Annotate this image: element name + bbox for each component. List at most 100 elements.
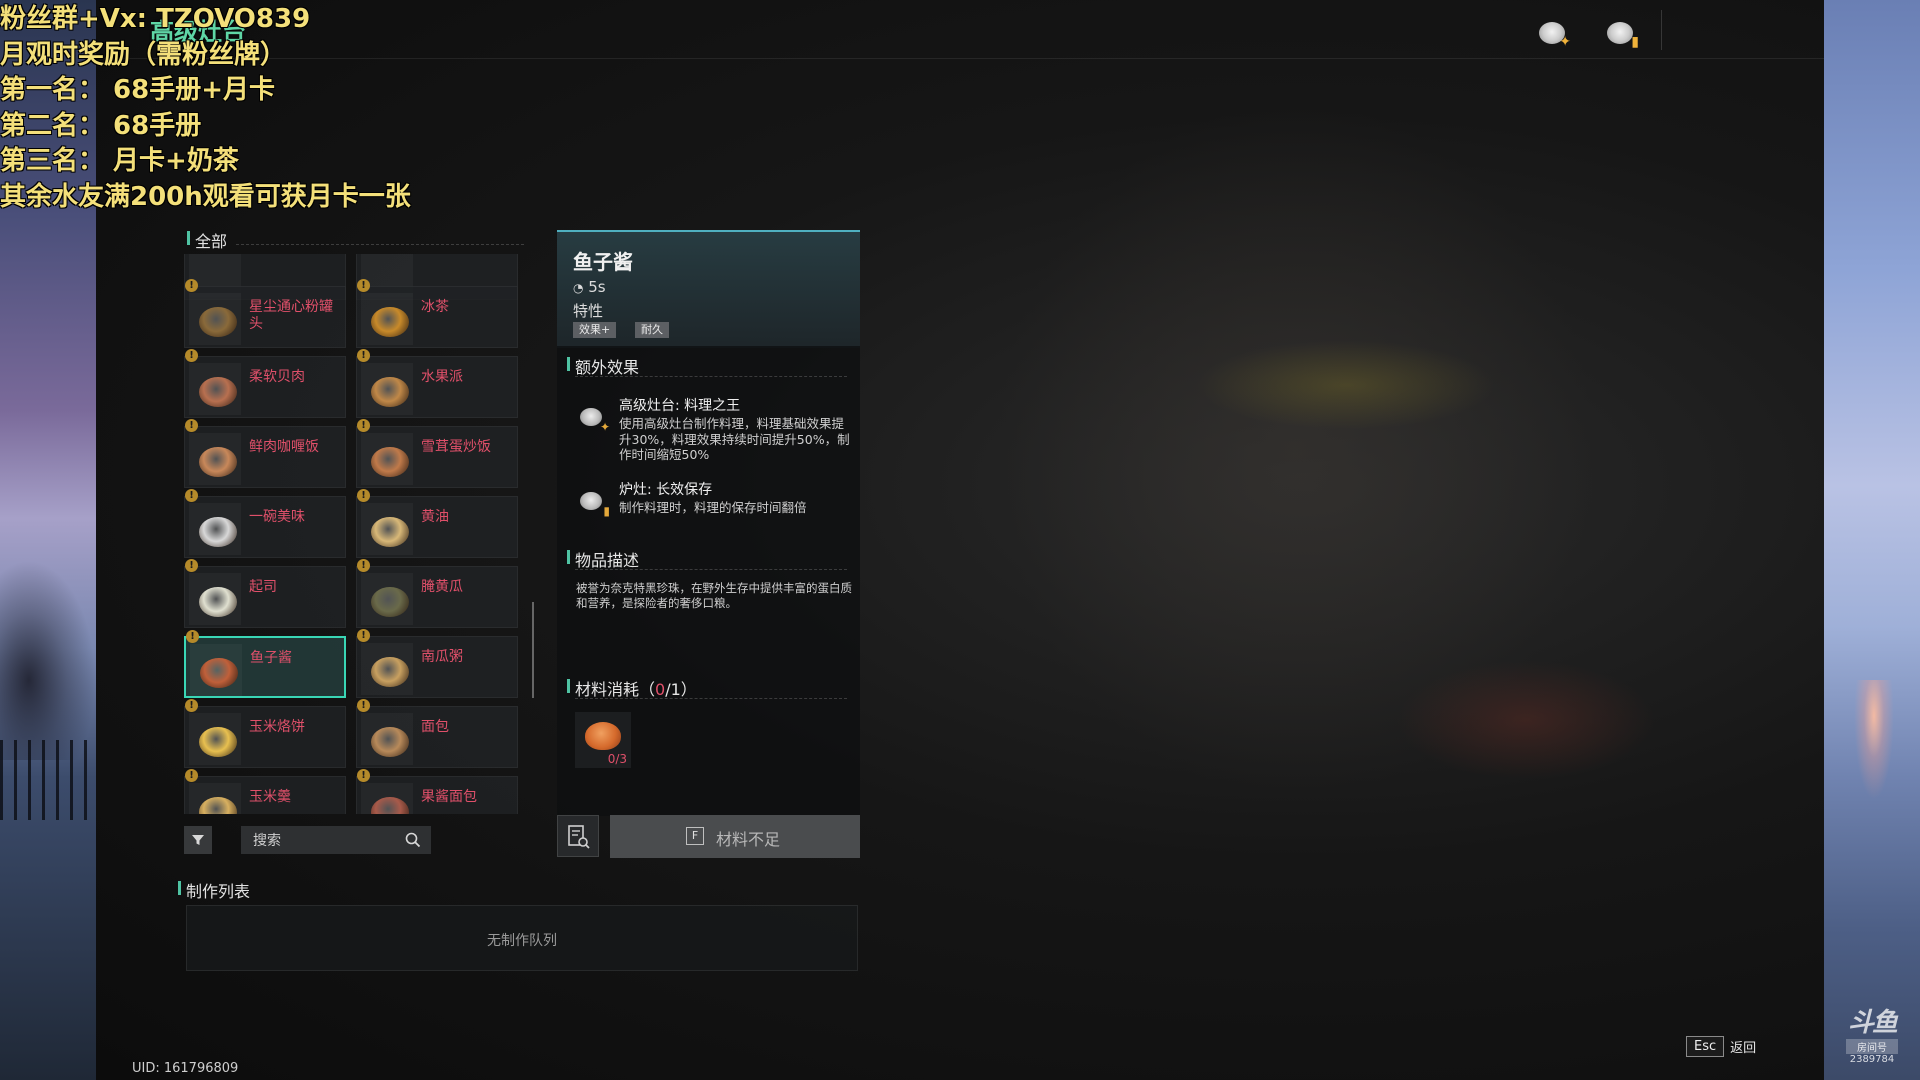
recipe-thumb: [361, 713, 413, 765]
recipe-card[interactable]: 星尘通心粉罐头!: [184, 279, 346, 348]
recipe-name: 起司: [249, 579, 277, 595]
recipe-card[interactable]: 南瓜粥!: [356, 629, 518, 698]
recipe-card[interactable]: 冰茶!: [356, 279, 518, 348]
recipe-card[interactable]: 雪茸蛋炒饭!: [356, 419, 518, 488]
recipe-unlock-icon: !: [185, 699, 198, 712]
recipe-card[interactable]: 鱼子酱!: [184, 630, 346, 698]
recipe-book-button[interactable]: [557, 815, 599, 857]
recipe-thumb: [361, 783, 413, 814]
extra-effects-title: 额外效果: [566, 354, 639, 378]
stream-background-right: [1824, 0, 1920, 1080]
overlay-line: 其余水友满200h观看可获月卡一张: [0, 181, 411, 212]
food-icon: [371, 587, 409, 617]
detail-header: 鱼子酱 ◔ 5s 特性 效果+ 耐久: [557, 230, 860, 348]
shield-badge-icon: ▮: [603, 504, 610, 518]
recipe-name: 黄油: [421, 509, 449, 525]
recipe-card[interactable]: 玉米羹!: [184, 769, 346, 814]
recipe-thumb: [361, 503, 413, 555]
food-icon: [371, 727, 409, 757]
background-railing: [0, 740, 96, 820]
item-description: 被誉为奈克特黑珍珠，在野外生存中提供丰富的蛋白质和营养，是探险者的奢侈口粮。: [576, 581, 852, 610]
detail-title: 鱼子酱: [573, 250, 633, 274]
clock-icon: ◔: [573, 281, 584, 295]
recipe-thumb: [189, 433, 241, 485]
recipe-card[interactable]: 一碗美味!: [184, 489, 346, 558]
recipe-unlock-icon: !: [357, 699, 370, 712]
food-icon: [371, 797, 409, 814]
top-divider: [1661, 10, 1662, 50]
effect-desc: 制作料理时，料理的保存时间翻倍: [619, 500, 807, 515]
craft-time: ◔ 5s: [573, 278, 606, 296]
top-status-icons: ✦ ▮: [1537, 16, 1639, 50]
filter-icon: [192, 835, 204, 845]
search-box[interactable]: [241, 826, 431, 854]
search-input[interactable]: [251, 830, 395, 852]
filter-button[interactable]: [184, 826, 212, 854]
recipe-unlock-icon: !: [185, 489, 198, 502]
craft-button[interactable]: F 材料不足: [610, 815, 860, 858]
food-icon: [199, 447, 237, 477]
master-chef-stove-icon[interactable]: ✦: [1537, 16, 1571, 50]
effect-title: 炉灶: 长效保存: [619, 482, 713, 498]
recipe-unlock-icon: !: [185, 559, 198, 572]
background-lighthouse-glow: [1854, 680, 1894, 800]
food-icon: [199, 377, 237, 407]
recipe-card[interactable]: 果酱面包!: [356, 769, 518, 814]
recipe-card[interactable]: 水果派!: [356, 349, 518, 418]
materials-title: 材料消耗（0/1）: [567, 676, 697, 700]
category-tab-all[interactable]: 全部: [186, 228, 227, 252]
back-button[interactable]: Esc 返回: [1686, 1036, 1756, 1057]
recipe-thumb: [190, 644, 242, 696]
recipe-unlock-icon: !: [186, 630, 199, 643]
food-icon: [371, 307, 409, 337]
recipe-name: 果酱面包: [421, 789, 477, 805]
material-count: 0/3: [607, 752, 627, 766]
recipe-name: 鲜肉咖喱饭: [249, 439, 319, 455]
recipe-thumb: [361, 293, 413, 345]
douyu-watermark: 斗鱼 房间号 2389784: [1840, 1002, 1904, 1065]
recipe-list[interactable]: 星尘通心粉罐头! 冰茶! 柔软贝肉! 水果派! 鲜肉咖喱饭! 雪茸蛋炒饭! 一碗美味! 黄油!…: [184, 254, 526, 814]
blurred-scene-highlight: [1196, 340, 1496, 430]
material-slot[interactable]: 0/3: [575, 712, 631, 768]
recipe-list-scrollbar[interactable]: [532, 602, 534, 698]
overlay-line: 第二名： 68手册: [0, 110, 202, 141]
blurred-scene-warm: [1396, 660, 1656, 780]
recipe-name: 腌黄瓜: [421, 579, 463, 595]
craft-time-value: 5s: [588, 278, 606, 296]
recipe-card[interactable]: 腌黄瓜!: [356, 559, 518, 628]
recipe-name: 冰茶: [421, 299, 449, 315]
shield-badge-icon: ▮: [1631, 34, 1639, 50]
recipe-unlock-icon: !: [357, 629, 370, 642]
recipe-card[interactable]: 黄油!: [356, 489, 518, 558]
trait-tag: 效果+: [573, 322, 617, 338]
section-divider: [575, 376, 847, 377]
recipe-name: 面包: [421, 719, 449, 735]
food-icon: [199, 727, 237, 757]
category-divider: [236, 244, 524, 245]
recipe-unlock-icon: !: [357, 349, 370, 362]
food-icon: [199, 587, 237, 617]
recipe-thumb: [361, 433, 413, 485]
recipe-card[interactable]: 面包!: [356, 699, 518, 768]
recipe-name: 一碗美味: [249, 509, 305, 525]
room-number: 2389784: [1849, 1054, 1895, 1065]
search-icon[interactable]: [405, 832, 421, 848]
background-trees: [0, 560, 96, 760]
recipe-name: 玉米烙饼: [249, 719, 305, 735]
recipe-card[interactable]: 鲜肉咖喱饭!: [184, 419, 346, 488]
recipe-name: 鱼子酱: [250, 650, 292, 666]
effect-desc: 使用高级灶台制作料理，料理基础效果提升30%，料理效果持续时间提升50%，制作时…: [619, 416, 850, 462]
overlay-line: 第一名： 68手册+月卡: [0, 75, 276, 105]
recipe-search-icon: [568, 825, 590, 849]
recipe-card[interactable]: 起司!: [184, 559, 346, 628]
section-divider: [575, 569, 847, 570]
recipe-card[interactable]: 柔软贝肉!: [184, 349, 346, 418]
recipe-unlock-icon: !: [185, 419, 198, 432]
craft-key-hint: F: [686, 827, 704, 845]
recipe-unlock-icon: !: [357, 279, 370, 292]
recipe-unlock-icon: !: [357, 769, 370, 782]
recipe-card[interactable]: 玉米烙饼!: [184, 699, 346, 768]
long-lasting-stove-icon[interactable]: ▮: [1605, 16, 1639, 50]
materials-title-prefix: 材料消耗（: [575, 680, 656, 699]
food-icon: [200, 658, 238, 688]
